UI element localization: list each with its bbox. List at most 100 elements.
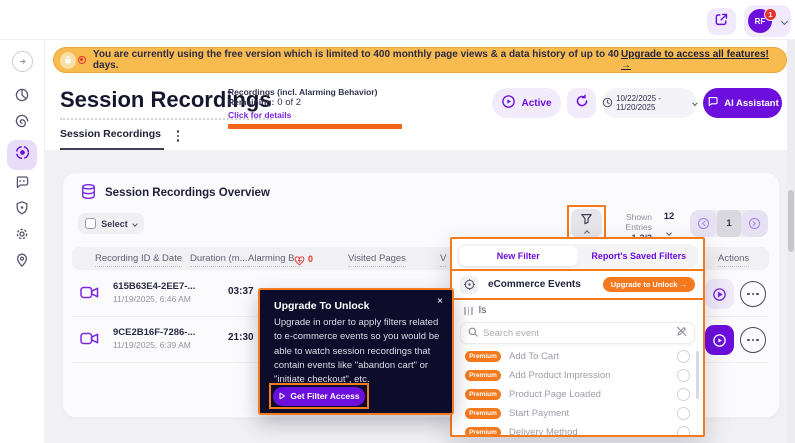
filter-button[interactable] xyxy=(571,209,602,238)
database-icon[interactable] xyxy=(78,183,98,219)
active-status-button[interactable]: Active xyxy=(492,88,561,118)
sidebar-item-shield[interactable] xyxy=(11,199,33,221)
event-radio[interactable] xyxy=(677,407,690,420)
event-label: Delivery Method xyxy=(509,427,578,437)
search-event-input[interactable] xyxy=(483,327,676,339)
prev-page-button[interactable] xyxy=(690,210,717,237)
event-radio[interactable] xyxy=(677,388,690,401)
tab-new-filter[interactable]: New Filter xyxy=(459,246,578,266)
recording-date: 11/19/2025, 6:39 AM xyxy=(113,340,191,350)
event-option-row[interactable]: Premium Add Product Impression xyxy=(452,366,703,385)
select-checkbox[interactable] xyxy=(85,218,97,229)
page-number[interactable]: 1 xyxy=(717,210,741,237)
filter-type-row[interactable]: eCommerce Events Upgrade to Unlock → xyxy=(452,269,703,300)
share-button[interactable] xyxy=(707,8,736,35)
alarming-count: 0 xyxy=(308,254,314,264)
upgrade-link[interactable]: Upgrade to access all features! → xyxy=(621,49,774,71)
col-v-truncated[interactable]: V xyxy=(440,253,447,267)
active-label: Active xyxy=(521,97,552,109)
col-visited-pages[interactable]: Visited Pages xyxy=(348,253,406,267)
cta-label: Get Filter Access xyxy=(290,391,360,401)
overview-title: Session Recordings Overview xyxy=(105,187,270,199)
recording-duration: 03:37 xyxy=(228,286,254,297)
video-camera-icon xyxy=(80,332,99,350)
recording-id[interactable]: 9CE2B16F-7286-... xyxy=(113,327,195,338)
select-label: Select xyxy=(101,218,128,229)
record-icon xyxy=(14,144,31,166)
tab-options-kebab[interactable] xyxy=(172,128,184,144)
play-circle-icon xyxy=(501,94,516,112)
target-icon xyxy=(460,275,478,294)
event-radio[interactable] xyxy=(677,369,690,382)
operator-row[interactable]: Is xyxy=(464,305,486,316)
event-label: Add Product Impression xyxy=(509,370,611,381)
tooltip-body: Upgrade in order to apply filters relate… xyxy=(274,317,440,385)
tab-session-recordings[interactable]: Session Recordings xyxy=(60,128,164,150)
premium-badge: Premium xyxy=(465,351,501,362)
search-icon xyxy=(468,324,478,342)
ai-assistant-button[interactable]: AI Assistant xyxy=(703,88,782,118)
close-icon[interactable]: × xyxy=(437,296,443,307)
event-list: Premium Add To Cart Premium Add Product … xyxy=(452,347,703,437)
play-recording-button[interactable] xyxy=(705,325,734,355)
free-version-banner: You are currently using the free version… xyxy=(53,47,787,73)
drag-handle-icon xyxy=(464,306,473,315)
row-more-button[interactable] xyxy=(740,327,766,353)
shield-icon xyxy=(14,200,30,221)
sidebar-item-session-recordings[interactable] xyxy=(7,140,37,170)
premium-badge: Premium xyxy=(465,408,501,419)
shown-entries-label: Shown Entries xyxy=(625,212,652,232)
next-page-button[interactable] xyxy=(741,210,768,237)
lock-icon xyxy=(60,51,77,69)
sidebar-item-dashboard[interactable] xyxy=(11,86,33,108)
col-recording-id[interactable]: Recording ID & Date xyxy=(95,253,183,267)
row-more-button[interactable] xyxy=(740,281,766,307)
refresh-button[interactable] xyxy=(567,88,596,118)
app-window: RF 1 You are currently using the free ve… xyxy=(0,0,795,443)
arrow-left-circle-icon xyxy=(697,217,710,230)
page-size-value: 12 xyxy=(663,211,675,222)
tooltip-title: Upgrade To Unlock xyxy=(274,300,370,312)
event-label: Add To Cart xyxy=(509,351,559,362)
event-option-row[interactable]: Premium Delivery Method xyxy=(452,423,703,437)
recording-id[interactable]: 615B63E4-2EE7-... xyxy=(113,281,195,292)
clock-icon xyxy=(602,97,613,110)
details-link[interactable]: Click for details xyxy=(228,110,428,120)
sidebar-collapse-button[interactable] xyxy=(11,50,33,72)
play-icon xyxy=(713,333,726,347)
col-actions[interactable]: Actions xyxy=(718,253,750,267)
chevron-up-icon xyxy=(583,230,590,236)
chevron-down-icon xyxy=(131,220,138,227)
col-duration[interactable]: Duration (m... xyxy=(190,253,248,267)
play-recording-button[interactable] xyxy=(705,279,734,309)
sidebar-item-feedback[interactable] xyxy=(11,173,33,195)
date-range-value: 10/22/2025 - 11/20/2025 xyxy=(616,94,661,112)
event-radio[interactable] xyxy=(677,426,690,435)
event-radio[interactable] xyxy=(677,350,690,363)
sidebar-item-heatmaps[interactable] xyxy=(11,112,33,134)
event-option-row[interactable]: Premium Product Page Loaded xyxy=(452,385,703,404)
recordings-remaining[interactable]: Recordings (incl. Alarming Behavior) Rem… xyxy=(228,87,428,129)
upgrade-to-unlock-badge[interactable]: Upgrade to Unlock → xyxy=(602,277,695,292)
pie-chart-icon xyxy=(14,87,30,108)
page-size-select[interactable]: 12 xyxy=(659,211,679,240)
operator-label: Is xyxy=(478,305,487,316)
chevron-down-icon xyxy=(666,230,672,236)
clear-search-icon[interactable] xyxy=(676,324,687,342)
event-option-row[interactable]: Premium Add To Cart xyxy=(452,347,703,366)
filter-tabs: New Filter Report's Saved Filters xyxy=(457,244,698,268)
sidebar-item-location[interactable] xyxy=(11,251,33,273)
event-option-row[interactable]: Premium Start Payment xyxy=(452,404,703,423)
header-actions: Active 10/22/2025 - 11/20/2025 AI Assist… xyxy=(492,88,782,118)
banner-message: You are currently using the free version… xyxy=(92,49,619,71)
select-all-dropdown[interactable]: Select xyxy=(78,213,144,234)
collapse-arrow-icon xyxy=(11,50,33,72)
date-range-picker[interactable]: 10/22/2025 - 11/20/2025 xyxy=(602,88,698,118)
page-scrollbar-thumb[interactable] xyxy=(788,190,794,252)
chevron-down-icon xyxy=(780,17,789,25)
get-filter-access-button[interactable]: Get Filter Access xyxy=(273,386,365,406)
user-menu[interactable]: RF 1 xyxy=(744,5,791,37)
panel-scrollbar[interactable] xyxy=(696,351,699,399)
tab-saved-filters[interactable]: Report's Saved Filters xyxy=(580,244,699,268)
sidebar-item-settings[interactable] xyxy=(11,225,33,247)
